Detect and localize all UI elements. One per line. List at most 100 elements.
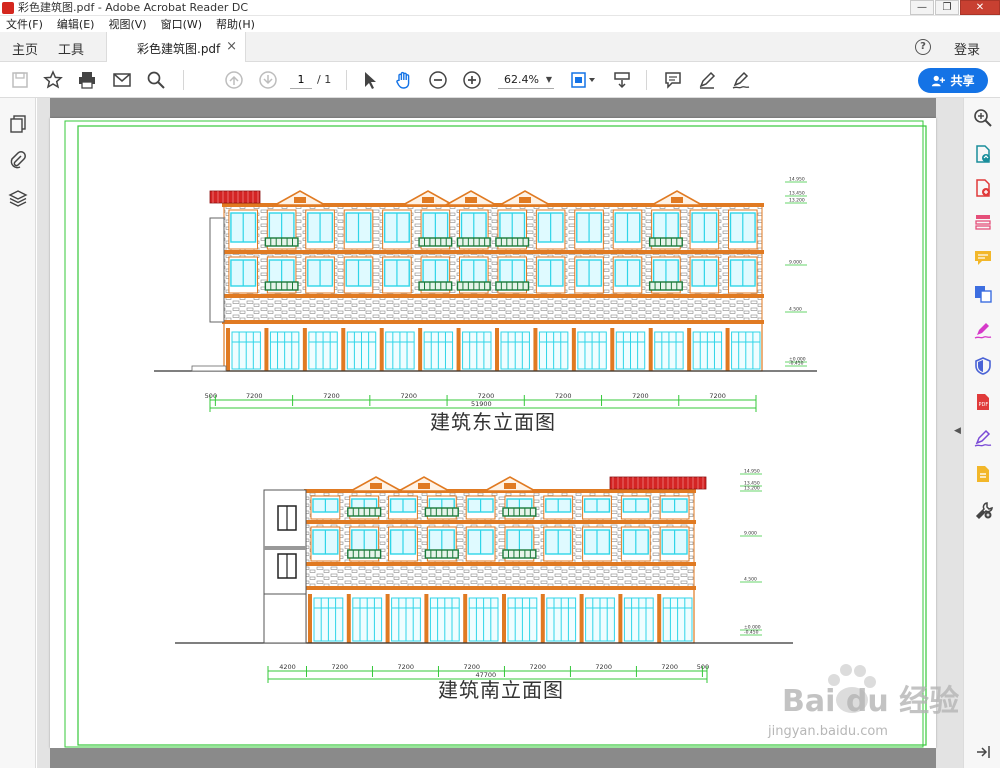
- column: [610, 328, 615, 371]
- collapse-panel-icon[interactable]: [973, 742, 993, 762]
- pdf-file-icon[interactable]: PDF: [973, 392, 993, 412]
- column: [341, 328, 346, 371]
- side-block-band: [264, 546, 306, 550]
- menu-file[interactable]: 文件(F): [6, 16, 43, 32]
- save-icon[interactable]: [10, 70, 30, 90]
- dimension-label: 7200: [478, 392, 495, 400]
- send-track-icon[interactable]: [973, 464, 993, 484]
- pdf-page[interactable]: 14.950 13.450 13.200 9.000 4.500 ±0.000 -0.450…: [50, 118, 936, 748]
- comment-tool-icon[interactable]: [973, 248, 993, 268]
- stone-wall: [223, 204, 763, 323]
- attachment-icon[interactable]: [8, 150, 28, 170]
- page-total: / 1: [317, 73, 332, 86]
- red-roof: [209, 190, 261, 204]
- menu-window[interactable]: 窗口(W): [161, 16, 202, 32]
- share-button[interactable]: 共享: [918, 68, 988, 93]
- edit-pdf-icon[interactable]: [973, 428, 993, 448]
- tab-document[interactable]: 彩色建筑图.pdf ×: [106, 32, 246, 62]
- level-label: 14.950: [789, 177, 805, 183]
- gable-vent: [294, 197, 306, 203]
- tab-tools[interactable]: 工具: [58, 39, 84, 58]
- gable-vent: [370, 483, 382, 489]
- fit-page-icon[interactable]: [570, 70, 598, 90]
- right-tools-pane: ◀ PDF: [954, 98, 1000, 768]
- close-tab-icon[interactable]: ×: [226, 39, 237, 54]
- column: [379, 328, 384, 371]
- toolbar-separator: [346, 70, 347, 90]
- column: [579, 594, 584, 643]
- create-pdf-icon[interactable]: [973, 178, 993, 198]
- expand-right-pane-icon[interactable]: ◀: [954, 426, 961, 436]
- zoom-level-dropdown[interactable]: 62.4% ▼: [498, 71, 554, 89]
- hand-tool-icon[interactable]: [394, 70, 414, 90]
- level-label: 4.500: [789, 307, 802, 313]
- prev-page-icon[interactable]: [224, 70, 244, 90]
- gable-vent: [519, 197, 531, 203]
- level-label: 13.200: [789, 198, 805, 204]
- help-icon[interactable]: ?: [915, 39, 931, 55]
- protect-icon[interactable]: [973, 356, 993, 376]
- organize-pages-icon[interactable]: [973, 212, 993, 232]
- sign-icon[interactable]: [731, 70, 751, 90]
- left-navigation-pane: ◀: [0, 98, 45, 768]
- select-cursor-icon[interactable]: [360, 70, 380, 90]
- dimension-label: 7200: [463, 663, 480, 671]
- dimension-label: 4200: [279, 663, 296, 671]
- scroll-mode-icon[interactable]: [612, 70, 632, 90]
- dimension-label: 7200: [709, 392, 726, 400]
- more-tools-icon[interactable]: [973, 500, 993, 520]
- column: [502, 594, 506, 643]
- email-icon[interactable]: [112, 70, 132, 90]
- column: [346, 594, 351, 643]
- floor-band: [304, 586, 696, 590]
- south-elevation: 14.95013.45013.2009.0004.500±0.000-0.450…: [175, 469, 793, 683]
- zoom-in-icon[interactable]: [462, 70, 482, 90]
- column: [618, 594, 623, 643]
- close-window-button[interactable]: ✕: [960, 0, 1000, 15]
- comment-icon[interactable]: [663, 70, 683, 90]
- column: [463, 594, 468, 643]
- column: [571, 328, 576, 371]
- login-link[interactable]: 登录: [954, 39, 980, 58]
- level-label: -0.450: [789, 361, 804, 367]
- fill-sign-icon[interactable]: [973, 320, 993, 340]
- toolbar-separator: [646, 70, 647, 90]
- dimension-label: 7200: [246, 392, 263, 400]
- print-icon[interactable]: [77, 70, 97, 90]
- gable-vent: [671, 197, 683, 203]
- dimension-label: 7200: [529, 663, 546, 671]
- title-bar: 彩色建筑图.pdf - Adobe Acrobat Reader DC — ❐ …: [0, 0, 1000, 16]
- export-pdf-icon[interactable]: [973, 144, 993, 164]
- east-elevation: 14.95013.45013.2009.0004.500±0.000-0.450…: [154, 177, 817, 412]
- layers-icon[interactable]: [8, 188, 28, 208]
- next-page-icon[interactable]: [258, 70, 278, 90]
- east-elevation-title: 建筑东立面图: [430, 410, 556, 434]
- enhance-scan-icon[interactable]: [973, 108, 993, 128]
- floor-band: [304, 562, 696, 566]
- menu-help[interactable]: 帮助(H): [216, 16, 255, 32]
- page-number-input[interactable]: [290, 71, 312, 89]
- tab-home[interactable]: 主页: [12, 39, 38, 58]
- share-label: 共享: [950, 74, 975, 88]
- minimize-button[interactable]: —: [910, 0, 934, 15]
- restore-button[interactable]: ❐: [935, 0, 959, 15]
- menu-view[interactable]: 视图(V): [108, 16, 146, 32]
- svg-text:PDF: PDF: [979, 402, 989, 408]
- combine-files-icon[interactable]: [973, 284, 993, 304]
- add-user-icon: [932, 75, 946, 86]
- level-label: 14.950: [744, 469, 760, 475]
- column: [308, 594, 312, 643]
- column: [385, 594, 390, 643]
- dimension-label: 7200: [661, 663, 678, 671]
- pages-thumbnail-icon[interactable]: [8, 114, 28, 134]
- column: [540, 594, 545, 643]
- menu-edit[interactable]: 编辑(E): [57, 16, 95, 32]
- watermark-url: jingyan.baidu.com: [768, 724, 888, 739]
- column: [495, 328, 499, 371]
- highlight-pen-icon[interactable]: [697, 70, 717, 90]
- level-label: 4.500: [744, 577, 757, 583]
- floor-band: [222, 250, 764, 254]
- search-icon[interactable]: [146, 70, 166, 90]
- bookmark-star-icon[interactable]: [43, 70, 63, 90]
- zoom-out-icon[interactable]: [428, 70, 448, 90]
